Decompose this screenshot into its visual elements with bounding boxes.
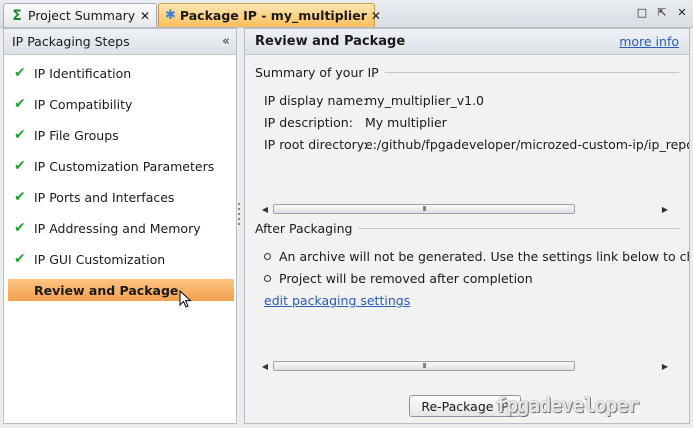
step-ip-gui-customization[interactable]: ✔ IP GUI Customization (8, 248, 234, 270)
scroll-thumb[interactable]: III (273, 361, 575, 371)
ip-root-directory-value: e:/github/fpgadeveloper/microzed-custom-… (365, 137, 689, 152)
step-ip-ports-and-interfaces[interactable]: ✔ IP Ports and Interfaces (8, 186, 234, 208)
ip-description-row: IP description: My multiplier (264, 115, 447, 130)
step-ip-compatibility[interactable]: ✔ IP Compatibility (8, 93, 234, 115)
checkmark-icon: ✔ (14, 251, 26, 267)
checkmark-icon: ✔ (14, 65, 26, 81)
summary-heading-text: Summary of your IP (255, 65, 379, 80)
scroll-right-icon[interactable]: ▶ (659, 362, 671, 371)
checkmark-icon: ✔ (14, 96, 26, 112)
step-label: IP Addressing and Memory (34, 220, 201, 236)
ip-root-directory-row: IP root directory: e:/github/fpgadevelop… (264, 137, 689, 152)
review-and-package-panel: Review and Package more info Summary of … (244, 28, 690, 424)
ip-display-name-value: my_multiplier_v1.0 (365, 93, 485, 108)
ip-display-name-label: IP display name: (264, 93, 368, 108)
checkmark-icon: ✔ (14, 158, 26, 174)
scroll-left-icon[interactable]: ◀ (259, 205, 271, 214)
tab-project-summary[interactable]: Σ Project Summary ✕ (3, 3, 157, 27)
step-ip-identification[interactable]: ✔ IP Identification (8, 62, 234, 84)
bullet-icon (264, 275, 271, 282)
ip-display-name-row: IP display name: my_multiplier_v1.0 (264, 93, 484, 108)
list-item: An archive will not be generated. Use th… (264, 249, 689, 264)
after-horizontal-scrollbar[interactable]: ◀ III ▶ (259, 360, 671, 372)
close-icon[interactable]: ✕ (140, 9, 150, 23)
close-icon[interactable]: ✕ (371, 9, 381, 23)
close-window-icon[interactable]: ✕ (675, 6, 689, 20)
package-icon: ✱ (165, 8, 176, 23)
ip-description-value: My multiplier (365, 115, 447, 130)
maximize-icon[interactable]: ⇱ (655, 6, 669, 20)
ip-packaging-steps-panel: IP Packaging Steps « ✔ IP Identification… (3, 28, 237, 424)
ip-description-label: IP description: (264, 115, 353, 130)
step-ip-customization-parameters[interactable]: ✔ IP Customization Parameters (8, 155, 234, 177)
ip-root-directory-label: IP root directory: (264, 137, 368, 152)
steps-panel-title: IP Packaging Steps (12, 34, 130, 49)
list-item: Project will be removed after completion (264, 271, 533, 286)
step-label: IP Identification (34, 65, 132, 81)
sigma-icon: Σ (12, 7, 22, 24)
mouse-cursor-icon (179, 290, 192, 308)
after-packaging-section-heading: After Packaging (255, 221, 679, 236)
step-label: IP File Groups (34, 127, 119, 143)
step-review-and-package[interactable]: Review and Package (8, 279, 234, 301)
edit-packaging-settings-link[interactable]: edit packaging settings (264, 293, 410, 308)
step-ip-file-groups[interactable]: ✔ IP File Groups (8, 124, 234, 146)
collapse-panel-icon[interactable]: « (222, 34, 230, 49)
review-panel-header: Review and Package more info (245, 29, 689, 55)
step-label: IP Customization Parameters (34, 158, 215, 174)
step-label: Review and Package (34, 282, 179, 298)
tab-label: Project Summary (28, 8, 136, 23)
page-title: Review and Package (255, 34, 406, 49)
step-label: IP Compatibility (34, 96, 133, 112)
summary-horizontal-scrollbar[interactable]: ◀ III ▶ (259, 203, 671, 215)
scroll-left-icon[interactable]: ◀ (259, 362, 271, 371)
summary-section-heading: Summary of your IP (255, 65, 679, 80)
checkmark-icon: ✔ (14, 220, 26, 236)
watermark: fpgadeveloper (495, 393, 640, 417)
scroll-right-icon[interactable]: ▶ (659, 205, 671, 214)
editor-tab-bar: Σ Project Summary ✕ ✱ Package IP - my_mu… (0, 0, 693, 28)
more-info-link[interactable]: more info (619, 34, 679, 49)
step-label: IP Ports and Interfaces (34, 189, 175, 205)
divider (384, 72, 679, 73)
tab-package-ip[interactable]: ✱ Package IP - my_multiplier ✕ (158, 3, 381, 27)
checkmark-icon: ✔ (14, 127, 26, 143)
step-label: IP GUI Customization (34, 251, 166, 267)
step-ip-addressing-and-memory[interactable]: ✔ IP Addressing and Memory (8, 217, 234, 239)
bullet-icon (264, 253, 271, 260)
panel-splitter-handle[interactable] (238, 200, 241, 230)
after-packaging-heading-text: After Packaging (255, 221, 353, 236)
restore-icon[interactable]: □ (635, 6, 649, 20)
steps-panel-header: IP Packaging Steps « (4, 29, 236, 55)
checkmark-icon: ✔ (14, 189, 26, 205)
tab-label: Package IP - my_multiplier (179, 8, 367, 23)
divider (358, 228, 679, 229)
scroll-thumb[interactable]: III (273, 204, 575, 214)
